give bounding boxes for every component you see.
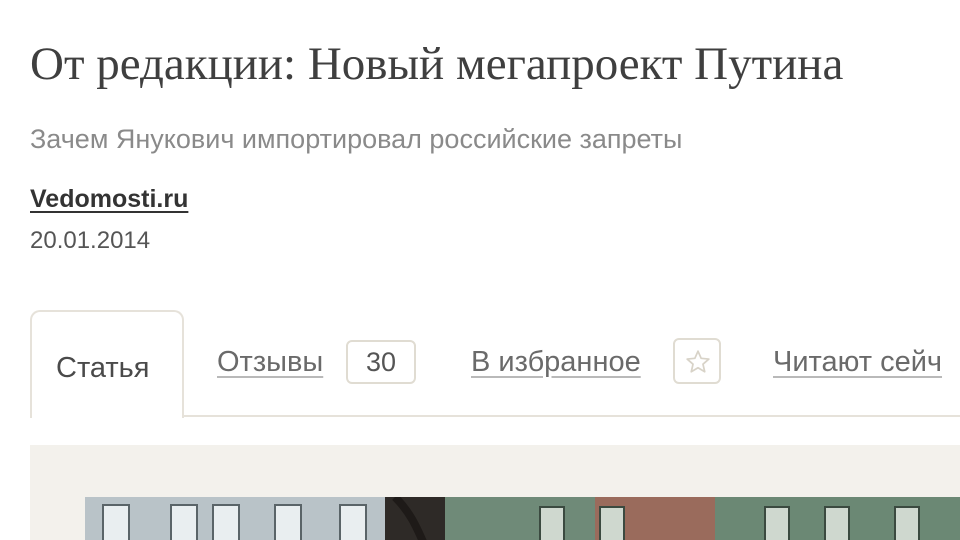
article-subtitle: Зачем Янукович импортировал российские з… [30,124,683,154]
tab-article[interactable]: Статья [30,310,184,418]
publication-date: 20.01.2014 [30,227,151,254]
tab-article-label: Статья [56,352,150,384]
source-link[interactable]: Vedomosti.ru [30,183,188,215]
article-content-panel [30,445,960,540]
reviews-count-badge[interactable]: 30 [346,340,416,384]
tab-reading-now[interactable]: Читают сейч [773,344,942,380]
article-image-building [85,497,960,540]
article-headline: От редакции: Новый мегапроект Путина [30,38,844,90]
tab-reviews[interactable]: Отзывы [217,344,323,380]
article-image [85,497,960,540]
star-icon [686,350,710,373]
add-to-favorites-link[interactable]: В избранное [471,344,641,380]
favorite-star-button[interactable] [673,338,721,384]
